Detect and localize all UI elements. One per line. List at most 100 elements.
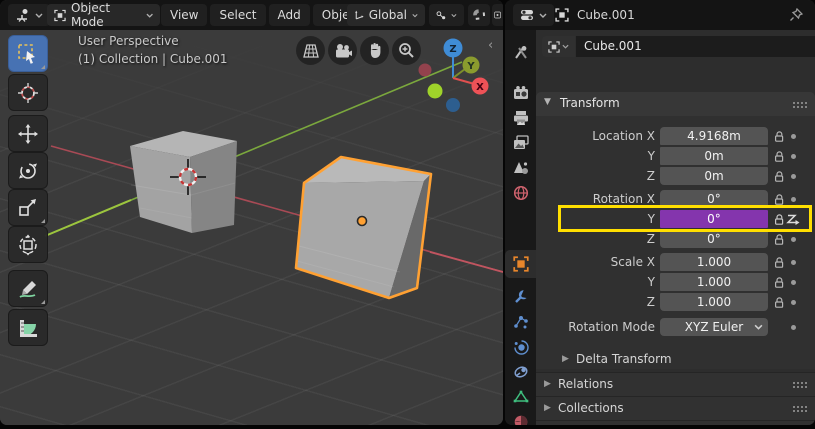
rotation-mode-dropdown[interactable]: XYZ Euler xyxy=(660,318,768,336)
delta-transform-panel[interactable]: ▶ Delta Transform xyxy=(536,348,815,368)
toggle-perspective-button[interactable] xyxy=(296,36,325,65)
magnet-icon xyxy=(472,8,486,22)
lock-icon[interactable] xyxy=(773,233,786,246)
transform-orientation-dropdown[interactable]: Global xyxy=(347,4,425,26)
select-box-icon xyxy=(17,43,39,65)
tool-select-box[interactable] xyxy=(8,35,48,72)
lock-icon[interactable] xyxy=(773,276,786,289)
tool-transform[interactable] xyxy=(8,226,48,263)
render-tab-icon xyxy=(513,85,529,101)
location-x-row: Location X 4.9168m xyxy=(536,127,815,145)
animate-decorator-dot[interactable] xyxy=(791,300,796,305)
rotation-y-field-driver[interactable]: 0° xyxy=(660,210,768,228)
scale-z-field[interactable]: 1.000 xyxy=(660,293,768,311)
animate-decorator-dot[interactable] xyxy=(791,154,796,159)
lock-icon[interactable] xyxy=(773,170,786,183)
animate-decorator-dot[interactable] xyxy=(791,325,796,330)
lock-icon[interactable] xyxy=(773,130,786,143)
camera-view-button[interactable] xyxy=(328,36,357,65)
chevron-down-icon xyxy=(539,13,547,18)
chevron-down-icon xyxy=(451,13,457,18)
location-y-field[interactable]: 0m xyxy=(660,147,768,165)
tab-object[interactable] xyxy=(505,250,536,278)
gizmo-neg-x-ball[interactable] xyxy=(419,64,432,77)
tool-scale[interactable] xyxy=(8,189,48,226)
cube-selected[interactable] xyxy=(296,157,431,298)
lock-icon[interactable] xyxy=(773,296,786,309)
pin-icon[interactable] xyxy=(789,8,803,22)
y-axis-bright-segment xyxy=(45,200,131,236)
sidebar-collapse-arrow[interactable]: ‹ xyxy=(488,38,493,53)
object-name-field[interactable]: Cube.001 xyxy=(576,36,815,57)
chevron-down-icon xyxy=(562,44,569,49)
menu-view[interactable]: View xyxy=(161,4,207,26)
tab-output[interactable] xyxy=(505,105,536,130)
scale-x-field[interactable]: 1.000 xyxy=(660,253,768,271)
tab-render[interactable] xyxy=(505,80,536,105)
properties-editor-icon xyxy=(520,8,534,22)
tab-tool[interactable] xyxy=(505,40,536,65)
tab-scene[interactable] xyxy=(505,155,536,180)
properties-editor-type-button[interactable] xyxy=(513,4,554,26)
rotation-z-field[interactable]: 0° xyxy=(660,230,768,248)
tab-object-data[interactable] xyxy=(505,384,536,409)
menu-add[interactable]: Add xyxy=(269,4,310,26)
tab-physics[interactable] xyxy=(505,334,536,359)
tab-world[interactable] xyxy=(505,180,536,205)
output-tab-icon xyxy=(513,110,529,126)
animate-decorator-dot[interactable] xyxy=(791,260,796,265)
scale-icon xyxy=(17,197,39,219)
proportional-editing-button[interactable] xyxy=(492,4,503,26)
pan-view-button[interactable] xyxy=(360,36,389,65)
collections-panel[interactable]: ▶ Collections xyxy=(536,396,815,420)
location-x-label: Location X xyxy=(536,127,655,145)
snap-target-dropdown[interactable] xyxy=(429,4,464,26)
location-z-field[interactable]: 0m xyxy=(660,167,768,185)
editor-type-button[interactable] xyxy=(8,4,50,26)
panel-drag-grip[interactable] xyxy=(792,405,807,413)
gizmo-y-label: Y xyxy=(466,61,475,72)
tool-rotate[interactable] xyxy=(8,152,48,189)
animate-decorator-dot[interactable] xyxy=(791,237,796,242)
transform-panel-title: Transform xyxy=(560,96,620,110)
tab-particles[interactable] xyxy=(505,309,536,334)
menu-select[interactable]: Select xyxy=(210,4,265,26)
lock-icon[interactable] xyxy=(773,256,786,269)
tab-material[interactable] xyxy=(505,409,536,425)
breadcrumb-object-icon xyxy=(555,8,569,22)
tab-constraints[interactable] xyxy=(505,359,536,384)
scale-y-field[interactable]: 1.000 xyxy=(660,273,768,291)
location-x-field[interactable]: 4.9168m xyxy=(660,127,768,145)
lock-icon[interactable] xyxy=(773,150,786,163)
rotation-mode-label: Rotation Mode xyxy=(536,318,655,336)
tool-annotate[interactable] xyxy=(8,270,48,307)
chevron-down-icon xyxy=(412,13,418,18)
animate-decorator-dot[interactable] xyxy=(791,174,796,179)
delta-transform-label: Delta Transform xyxy=(576,352,672,366)
transform-panel-header[interactable]: ▼ Transform xyxy=(536,92,815,116)
tool-cursor[interactable] xyxy=(8,74,48,111)
relations-panel[interactable]: ▶ Relations xyxy=(536,372,815,396)
object-mode-icon xyxy=(54,9,66,22)
animate-decorator-dot[interactable] xyxy=(791,134,796,139)
tab-modifiers[interactable] xyxy=(505,284,536,309)
gizmo-neg-z-ball[interactable] xyxy=(446,98,460,112)
lock-icon[interactable] xyxy=(773,213,786,226)
3d-viewport[interactable]: User Perspective (1) Collection | Cube.0… xyxy=(0,0,503,425)
animate-decorator-dot[interactable] xyxy=(791,197,796,202)
object-tab-icon xyxy=(513,256,529,272)
scale-z-row: Z 1.000 xyxy=(536,293,815,311)
tool-move[interactable] xyxy=(8,115,48,152)
panel-drag-grip[interactable] xyxy=(792,101,807,109)
object-browse-button[interactable] xyxy=(542,36,575,57)
snap-toggle-button[interactable] xyxy=(468,4,490,26)
tab-view-layer[interactable] xyxy=(505,130,536,155)
tool-measure[interactable] xyxy=(8,309,48,346)
window-bottom-edge xyxy=(0,425,815,429)
gizmo-neg-y-ball[interactable] xyxy=(428,84,443,99)
mode-dropdown[interactable]: Object Mode xyxy=(47,4,160,26)
panel-drag-grip[interactable] xyxy=(792,381,807,389)
animate-decorator-dot[interactable] xyxy=(791,280,796,285)
cube-unselected[interactable] xyxy=(130,131,237,233)
driver-decorator-icon[interactable] xyxy=(786,212,801,226)
